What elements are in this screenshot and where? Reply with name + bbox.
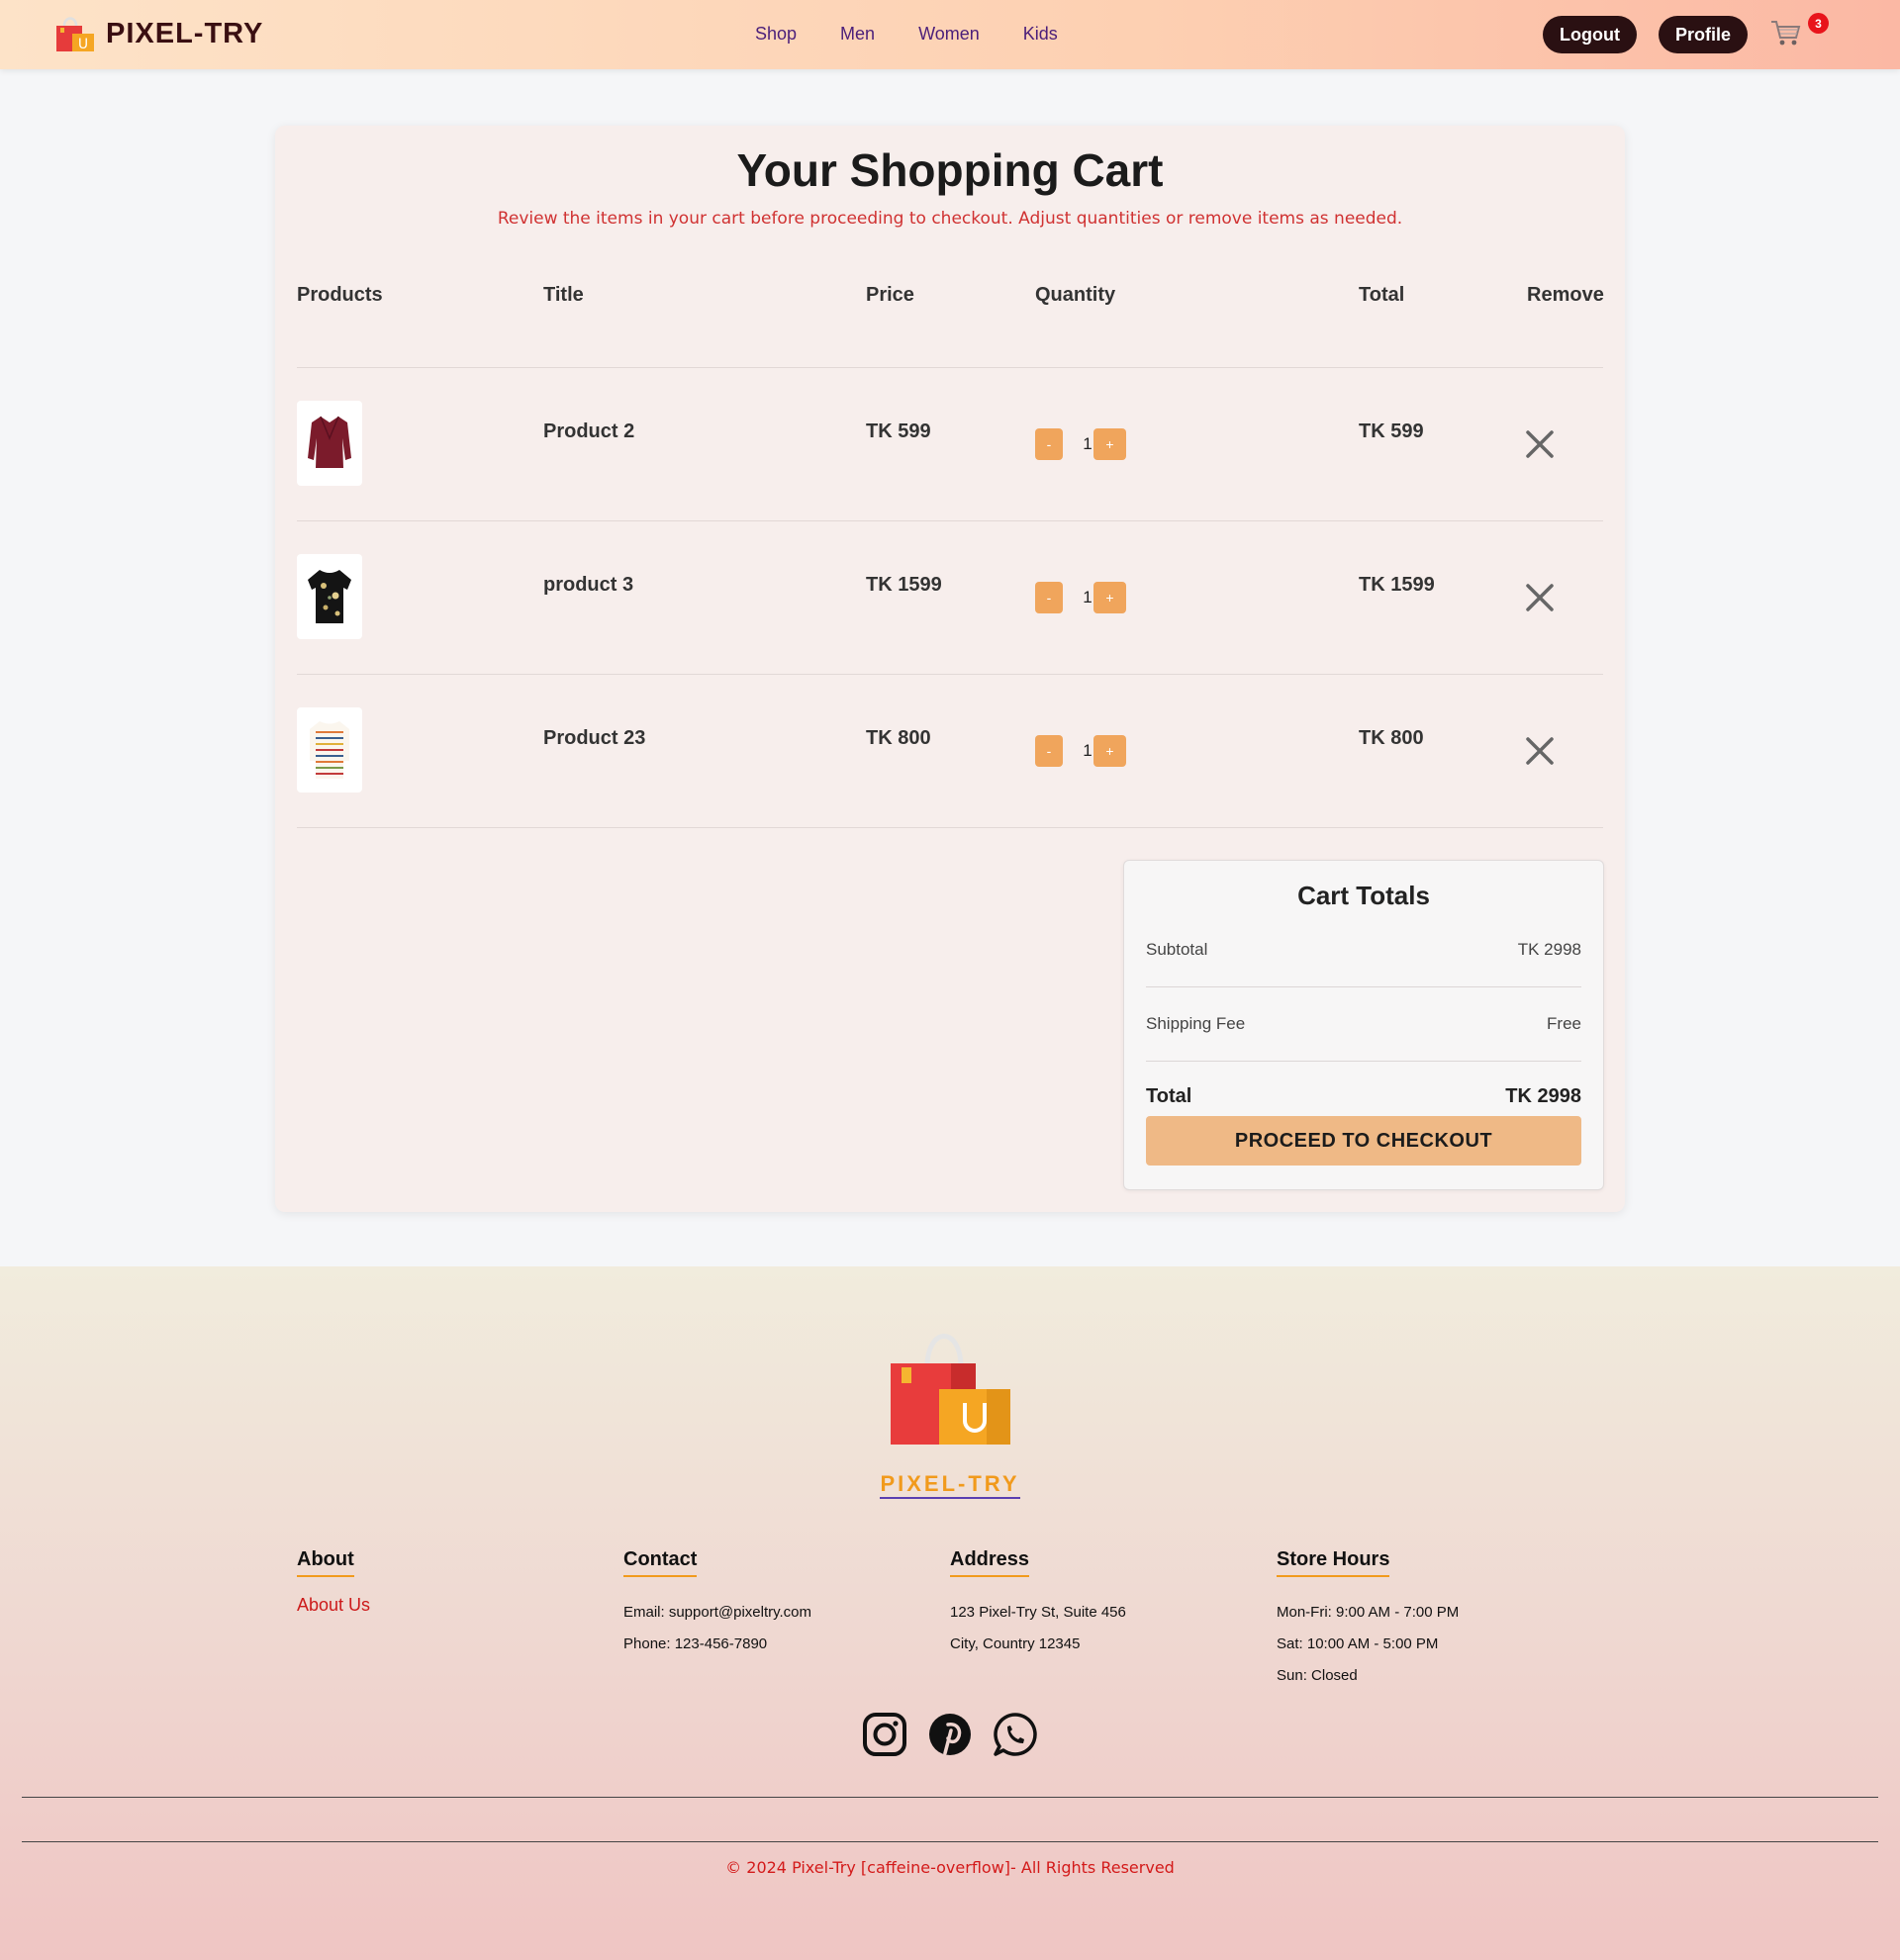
column-header-total: Total [1359, 284, 1405, 306]
footer-address-heading: Address [950, 1548, 1030, 1577]
proceed-to-checkout-button[interactable]: PROCEED TO CHECKOUT [1146, 1116, 1581, 1166]
footer-about-section: About About Us [297, 1548, 370, 1615]
whatsapp-icon[interactable] [993, 1712, 1038, 1757]
table-divider [297, 520, 1603, 521]
column-header-quantity: Quantity [1035, 284, 1116, 306]
table-divider [297, 827, 1603, 828]
cart-item-price: TK 800 [866, 727, 931, 749]
footer-about-heading: About [297, 1548, 354, 1577]
cart-item-total: TK 800 [1359, 727, 1424, 749]
striped-sweater-icon [310, 721, 349, 779]
black-floral-top-icon [308, 570, 351, 623]
shopping-cart-panel: Your Shopping Cart Review the items in y… [275, 126, 1625, 1212]
shipping-fee-value: Free [1547, 1014, 1581, 1033]
instagram-icon[interactable] [862, 1712, 907, 1757]
column-header-price: Price [866, 284, 914, 306]
copyright-text: © 2024 Pixel-Try [caffeine-overflow]- Al… [725, 1858, 1175, 1877]
page-subtitle: Review the items in your cart before pro… [497, 209, 1403, 229]
product-thumbnail[interactable] [297, 401, 362, 486]
page-title: Your Shopping Cart [736, 144, 1164, 196]
cart-item-total: TK 1599 [1359, 574, 1435, 596]
address-line-1: 123 Pixel-Try St, Suite 456 [950, 1604, 1126, 1621]
shopping-bag-logo-icon [891, 1334, 1010, 1445]
quantity-decrement-button[interactable]: - [1035, 735, 1063, 767]
cart-item-price: TK 599 [866, 420, 931, 442]
table-divider [297, 674, 1603, 675]
contact-phone: Phone: 123-456-7890 [623, 1635, 768, 1652]
contact-email: Email: support@pixeltry.com [623, 1604, 812, 1621]
table-divider [297, 367, 1603, 368]
site-footer: PIXEL-TRY About About Us Contact Email: … [0, 1266, 1900, 1960]
total-value: TK 2998 [1505, 1085, 1581, 1107]
logout-button[interactable]: Logout [1543, 16, 1637, 53]
footer-divider [22, 1841, 1878, 1842]
totals-divider [1146, 1061, 1581, 1062]
totals-divider [1146, 986, 1581, 987]
quantity-increment-button[interactable]: + [1093, 582, 1126, 613]
cart-item-title: Product 23 [543, 727, 646, 749]
subtotal-value: TK 2998 [1517, 940, 1581, 959]
cart-item-price: TK 1599 [866, 574, 942, 596]
brand-logo-link[interactable]: U PIXEL-TRY [54, 14, 263, 53]
top-navbar: U PIXEL-TRY Shop Men Women Kids Logout P… [0, 0, 1900, 69]
footer-address-section: Address 123 Pixel-Try St, Suite 456 City… [950, 1548, 1126, 1652]
burgundy-blouse-icon [308, 416, 351, 468]
footer-brand-link[interactable]: PIXEL-TRY [880, 1471, 1020, 1499]
hours-sunday: Sun: Closed [1277, 1667, 1358, 1684]
column-header-title: Title [543, 284, 584, 306]
total-label: Total [1146, 1085, 1192, 1107]
product-thumbnail[interactable] [297, 707, 362, 793]
nav-women[interactable]: Women [918, 24, 980, 45]
nav-shop[interactable]: Shop [755, 24, 797, 45]
main-nav: Shop Men Women Kids [755, 24, 1058, 45]
footer-brand: PIXEL-TRY [0, 1471, 1900, 1499]
quantity-decrement-button[interactable]: - [1035, 582, 1063, 613]
product-thumbnail[interactable] [297, 554, 362, 639]
profile-button[interactable]: Profile [1659, 16, 1748, 53]
column-header-remove: Remove [1527, 284, 1604, 306]
cart-item-title: Product 2 [543, 420, 635, 442]
cart-item-total: TK 599 [1359, 420, 1424, 442]
quantity-increment-button[interactable]: + [1093, 735, 1126, 767]
column-header-products: Products [297, 284, 383, 306]
about-us-link[interactable]: About Us [297, 1595, 370, 1616]
footer-hours-section: Store Hours Mon-Fri: 9:00 AM - 7:00 PM S… [1277, 1548, 1459, 1684]
footer-contact-section: Contact Email: support@pixeltry.com Phon… [623, 1548, 811, 1652]
quantity-decrement-button[interactable]: - [1035, 428, 1063, 460]
cart-item-title: product 3 [543, 574, 634, 596]
shipping-fee-label: Shipping Fee [1146, 1014, 1246, 1033]
brand-name: PIXEL-TRY [106, 17, 264, 49]
quantity-increment-button[interactable]: + [1093, 428, 1126, 460]
remove-item-icon[interactable] [1524, 428, 1556, 460]
cart-count-badge: 3 [1808, 13, 1829, 34]
footer-divider [22, 1797, 1878, 1798]
cart-totals-panel: Cart Totals Subtotal TK 2998 Shipping Fe… [1123, 860, 1604, 1190]
pinterest-icon[interactable] [927, 1712, 973, 1757]
nav-kids[interactable]: Kids [1023, 24, 1058, 45]
footer-hours-heading: Store Hours [1277, 1548, 1390, 1577]
address-line-2: City, Country 12345 [950, 1635, 1081, 1652]
svg-text:U: U [78, 37, 88, 52]
subtotal-label: Subtotal [1146, 940, 1208, 959]
remove-item-icon[interactable] [1524, 582, 1556, 613]
hours-saturday: Sat: 10:00 AM - 5:00 PM [1277, 1635, 1439, 1652]
cart-icon[interactable] [1770, 19, 1802, 47]
footer-contact-heading: Contact [623, 1548, 698, 1577]
hours-weekdays: Mon-Fri: 9:00 AM - 7:00 PM [1277, 1604, 1460, 1621]
shopping-bag-logo-icon: U [56, 17, 94, 52]
cart-totals-title: Cart Totals [1297, 881, 1430, 910]
nav-men[interactable]: Men [840, 24, 875, 45]
remove-item-icon[interactable] [1524, 735, 1556, 767]
